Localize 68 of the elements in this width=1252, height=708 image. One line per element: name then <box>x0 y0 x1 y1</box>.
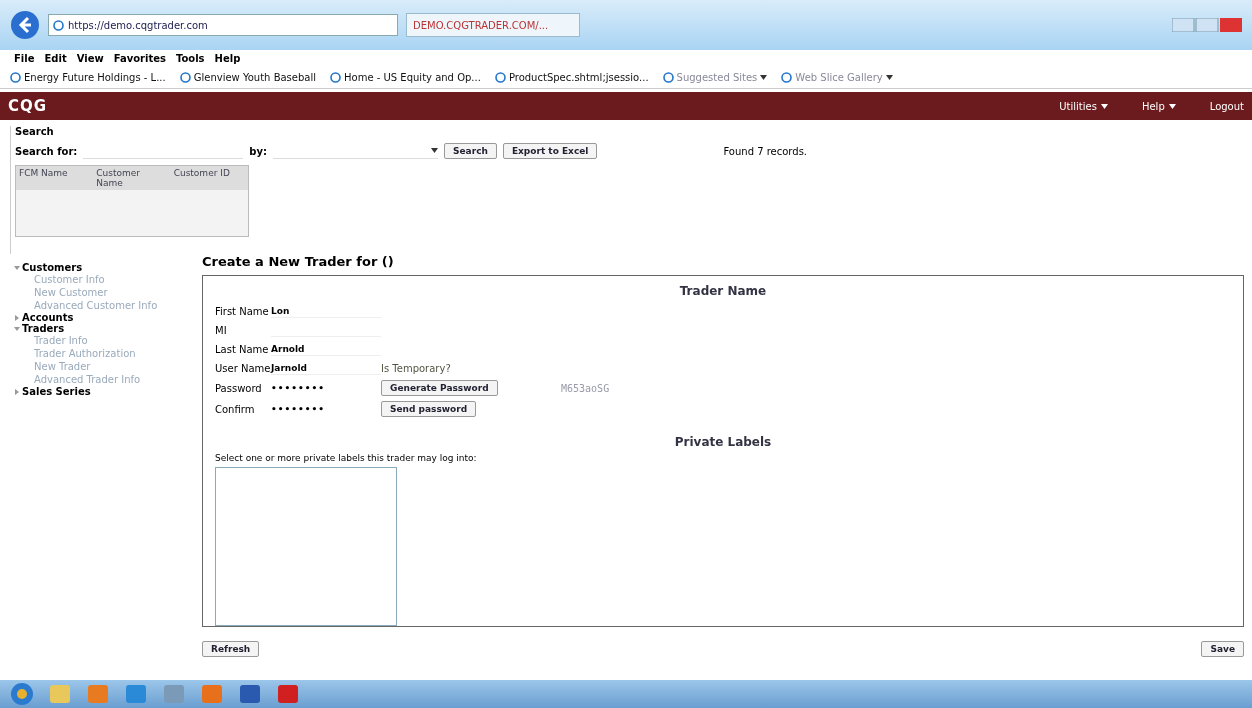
nav-menu[interactable]: Utilities <box>1059 100 1108 112</box>
menu-item[interactable]: View <box>76 52 104 64</box>
menu-item[interactable]: Edit <box>44 52 67 64</box>
collapse-icon[interactable] <box>14 325 20 332</box>
nav-menu[interactable]: Logout <box>1209 100 1244 112</box>
browser-tab[interactable]: DEMO.CQGTRADER.COM/... <box>406 13 580 37</box>
generated-password: M653aoSG <box>561 382 611 394</box>
app-icon[interactable] <box>162 683 186 705</box>
favorites-link[interactable]: ProductSpec.shtml;jsessio... <box>494 71 649 83</box>
form-button[interactable]: Send password <box>381 401 477 417</box>
favorites-link[interactable]: Web Slice Gallery <box>781 71 893 83</box>
footer-button[interactable]: Refresh <box>202 641 260 657</box>
caret-icon <box>431 148 439 153</box>
text-field[interactable]: Jarnold <box>271 361 381 375</box>
favorites-link[interactable]: Home - US Equity and Op... <box>330 71 481 83</box>
search-label: Search for: <box>15 145 78 157</box>
address-bar[interactable]: https://demo.cqgtrader.com <box>48 14 398 36</box>
menu-item[interactable]: Tools <box>175 52 205 64</box>
favorites-link[interactable]: Suggested Sites <box>662 71 768 83</box>
records-count: Found 7 records. <box>723 145 808 157</box>
field-label: MI <box>215 324 228 336</box>
form-button[interactable]: Generate Password <box>381 380 498 396</box>
app-icon[interactable] <box>200 683 224 705</box>
column-header[interactable]: Customer ID <box>170 166 248 190</box>
labels-list[interactable] <box>215 467 397 626</box>
text-field[interactable]: Arnold <box>271 342 381 356</box>
labels-hint: Select one or more private labels this trader may log into: <box>215 453 478 463</box>
section-title: Private Labels <box>674 435 772 449</box>
app-icon[interactable] <box>276 683 300 705</box>
field-label: Password <box>215 382 263 394</box>
column-header[interactable]: Customer Name <box>93 166 171 190</box>
sidebar-group[interactable]: Sales Series <box>22 386 91 397</box>
expand-icon[interactable] <box>14 314 20 321</box>
sidebar-group[interactable]: Accounts <box>22 312 74 323</box>
app-icon[interactable] <box>124 683 148 705</box>
nav-menu[interactable]: Help <box>1141 100 1176 112</box>
start-icon[interactable] <box>10 682 34 706</box>
collapse-icon[interactable] <box>14 264 20 271</box>
back-button[interactable] <box>10 10 40 40</box>
search-button[interactable]: Search <box>444 143 497 159</box>
by-label: by: <box>249 145 268 157</box>
sidebar-group[interactable]: Traders <box>22 323 65 334</box>
search-button[interactable]: Export to Excel <box>502 143 598 159</box>
temporary-link[interactable]: Is Temporary? <box>381 362 561 374</box>
field-label: Last Name <box>215 343 270 355</box>
text-field[interactable]: Lon <box>271 304 381 318</box>
page-title: Create a New Trader for () <box>202 254 395 269</box>
window-controls-icon[interactable] <box>1172 18 1242 32</box>
logo: CQG <box>8 97 48 115</box>
field-label: First Name <box>215 305 270 317</box>
app-icon[interactable] <box>48 683 72 705</box>
favorites-link[interactable]: Energy Future Holdings - L... <box>10 71 166 83</box>
app-icon[interactable] <box>238 683 262 705</box>
menu-item[interactable]: Help <box>214 52 241 64</box>
menu-item[interactable]: File <box>14 52 35 64</box>
app-icon[interactable] <box>86 683 110 705</box>
field-label: Confirm <box>215 403 256 415</box>
footer-button[interactable]: Save <box>1201 641 1244 657</box>
search-title: Search <box>15 126 55 137</box>
password-field[interactable]: •••••••• <box>271 402 381 416</box>
sidebar-group[interactable]: Customers <box>22 262 83 273</box>
expand-icon[interactable] <box>14 388 20 395</box>
field-label: User Name <box>215 362 271 374</box>
column-header[interactable]: FCM Name <box>16 166 94 190</box>
section-title: Trader Name <box>679 284 767 298</box>
favorites-link[interactable]: Glenview Youth Baseball <box>179 71 316 83</box>
menu-item[interactable]: Favorites <box>113 52 166 64</box>
password-field[interactable]: •••••••• <box>271 381 381 395</box>
